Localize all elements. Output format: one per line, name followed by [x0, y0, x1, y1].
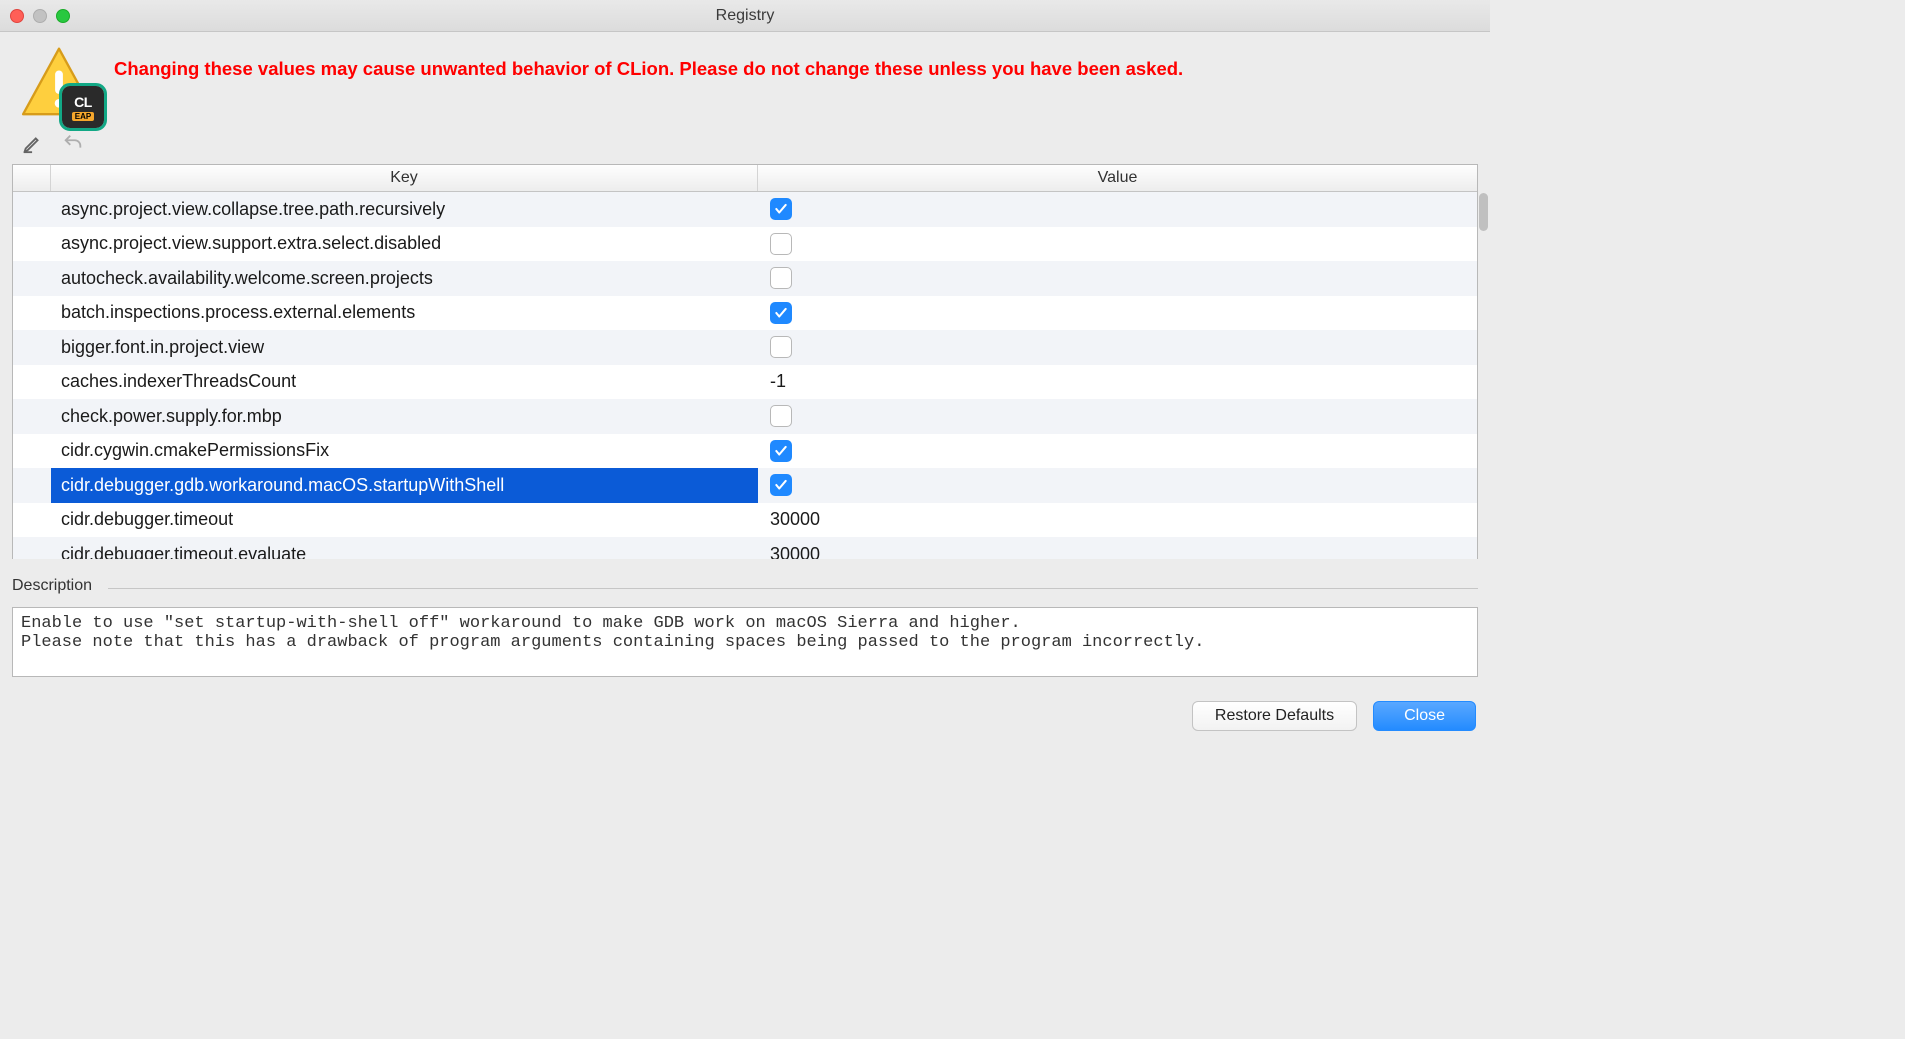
table-row[interactable]: bigger.font.in.project.view [13, 330, 1477, 365]
edit-icon[interactable] [22, 132, 44, 154]
header-key[interactable]: Key [51, 165, 758, 191]
table-body[interactable]: async.project.view.collapse.tree.path.re… [13, 192, 1477, 559]
row-value[interactable]: -1 [758, 365, 1477, 400]
value-checkbox[interactable] [770, 198, 792, 220]
warning-text: Changing these values may cause unwanted… [114, 58, 1183, 80]
table-row[interactable]: async.project.view.collapse.tree.path.re… [13, 192, 1477, 227]
close-window-button[interactable] [10, 9, 24, 23]
row-marker [13, 365, 51, 400]
row-marker [13, 261, 51, 296]
row-value[interactable]: 30000 [758, 537, 1477, 559]
row-value[interactable] [758, 434, 1477, 469]
header-marker [13, 165, 51, 191]
row-value[interactable] [758, 296, 1477, 331]
row-value[interactable] [758, 192, 1477, 227]
app-badge-name: CL [74, 94, 92, 110]
row-marker [13, 434, 51, 469]
app-badge-icon: CL EAP [62, 86, 104, 128]
row-key[interactable]: bigger.font.in.project.view [51, 330, 758, 365]
value-checkbox[interactable] [770, 440, 792, 462]
maximize-window-button[interactable] [56, 9, 70, 23]
value-text[interactable]: 30000 [770, 544, 820, 559]
row-marker [13, 503, 51, 538]
warning-icon: CL EAP [20, 44, 98, 122]
window-title: Registry [0, 7, 1490, 25]
row-marker [13, 192, 51, 227]
row-key[interactable]: cidr.debugger.timeout [51, 503, 758, 538]
row-key[interactable]: async.project.view.collapse.tree.path.re… [51, 192, 758, 227]
close-button[interactable]: Close [1373, 701, 1476, 731]
restore-defaults-button[interactable]: Restore Defaults [1192, 701, 1357, 731]
row-key[interactable]: cidr.debugger.timeout.evaluate [51, 537, 758, 559]
row-marker [13, 537, 51, 559]
value-text[interactable]: 30000 [770, 509, 820, 530]
header-value[interactable]: Value [758, 165, 1477, 191]
header: CL EAP Changing these values may cause u… [0, 32, 1490, 128]
value-checkbox[interactable] [770, 336, 792, 358]
row-value[interactable]: 30000 [758, 503, 1477, 538]
row-marker [13, 468, 51, 503]
row-marker [13, 399, 51, 434]
table-row[interactable]: cidr.debugger.timeout 30000 [13, 503, 1477, 538]
value-checkbox[interactable] [770, 405, 792, 427]
scrollbar-thumb[interactable] [1479, 193, 1488, 231]
row-key[interactable]: cidr.cygwin.cmakePermissionsFix [51, 434, 758, 469]
row-value[interactable] [758, 399, 1477, 434]
titlebar: Registry [0, 0, 1490, 32]
undo-icon [62, 132, 84, 154]
footer: Restore Defaults Close [0, 681, 1490, 741]
row-marker [13, 296, 51, 331]
value-checkbox[interactable] [770, 267, 792, 289]
row-key[interactable]: cidr.debugger.gdb.workaround.macOS.start… [51, 468, 758, 503]
row-marker [13, 227, 51, 262]
table-row[interactable]: cidr.debugger.gdb.workaround.macOS.start… [13, 468, 1477, 503]
row-marker [13, 330, 51, 365]
row-value[interactable] [758, 227, 1477, 262]
row-key[interactable]: check.power.supply.for.mbp [51, 399, 758, 434]
table-row[interactable]: autocheck.availability.welcome.screen.pr… [13, 261, 1477, 296]
row-key[interactable]: batch.inspections.process.external.eleme… [51, 296, 758, 331]
table-row[interactable]: cidr.debugger.timeout.evaluate 30000 [13, 537, 1477, 559]
description-text: Enable to use "set startup-with-shell of… [12, 607, 1478, 677]
app-badge-tag: EAP [72, 112, 94, 121]
toolbar [0, 128, 1490, 160]
value-checkbox[interactable] [770, 302, 792, 324]
value-text[interactable]: -1 [770, 371, 786, 392]
table-row[interactable]: cidr.cygwin.cmakePermissionsFix [13, 434, 1477, 469]
value-checkbox[interactable] [770, 233, 792, 255]
description-label: Description [12, 577, 1478, 597]
table-row[interactable]: batch.inspections.process.external.eleme… [13, 296, 1477, 331]
table-header: Key Value [13, 165, 1477, 192]
description-section: Description Enable to use "set startup-w… [0, 559, 1490, 681]
table-row[interactable]: async.project.view.support.extra.select.… [13, 227, 1477, 262]
value-checkbox[interactable] [770, 474, 792, 496]
row-key[interactable]: async.project.view.support.extra.select.… [51, 227, 758, 262]
table-row[interactable]: caches.indexerThreadsCount -1 [13, 365, 1477, 400]
row-value[interactable] [758, 330, 1477, 365]
row-key[interactable]: autocheck.availability.welcome.screen.pr… [51, 261, 758, 296]
table-row[interactable]: check.power.supply.for.mbp [13, 399, 1477, 434]
registry-table: Key Value async.project.view.collapse.tr… [12, 164, 1478, 559]
row-value[interactable] [758, 261, 1477, 296]
row-value[interactable] [758, 468, 1477, 503]
minimize-window-button[interactable] [33, 9, 47, 23]
registry-window: Registry CL EAP Changing these values ma… [0, 0, 1490, 741]
traffic-lights [10, 9, 70, 23]
row-key[interactable]: caches.indexerThreadsCount [51, 365, 758, 400]
